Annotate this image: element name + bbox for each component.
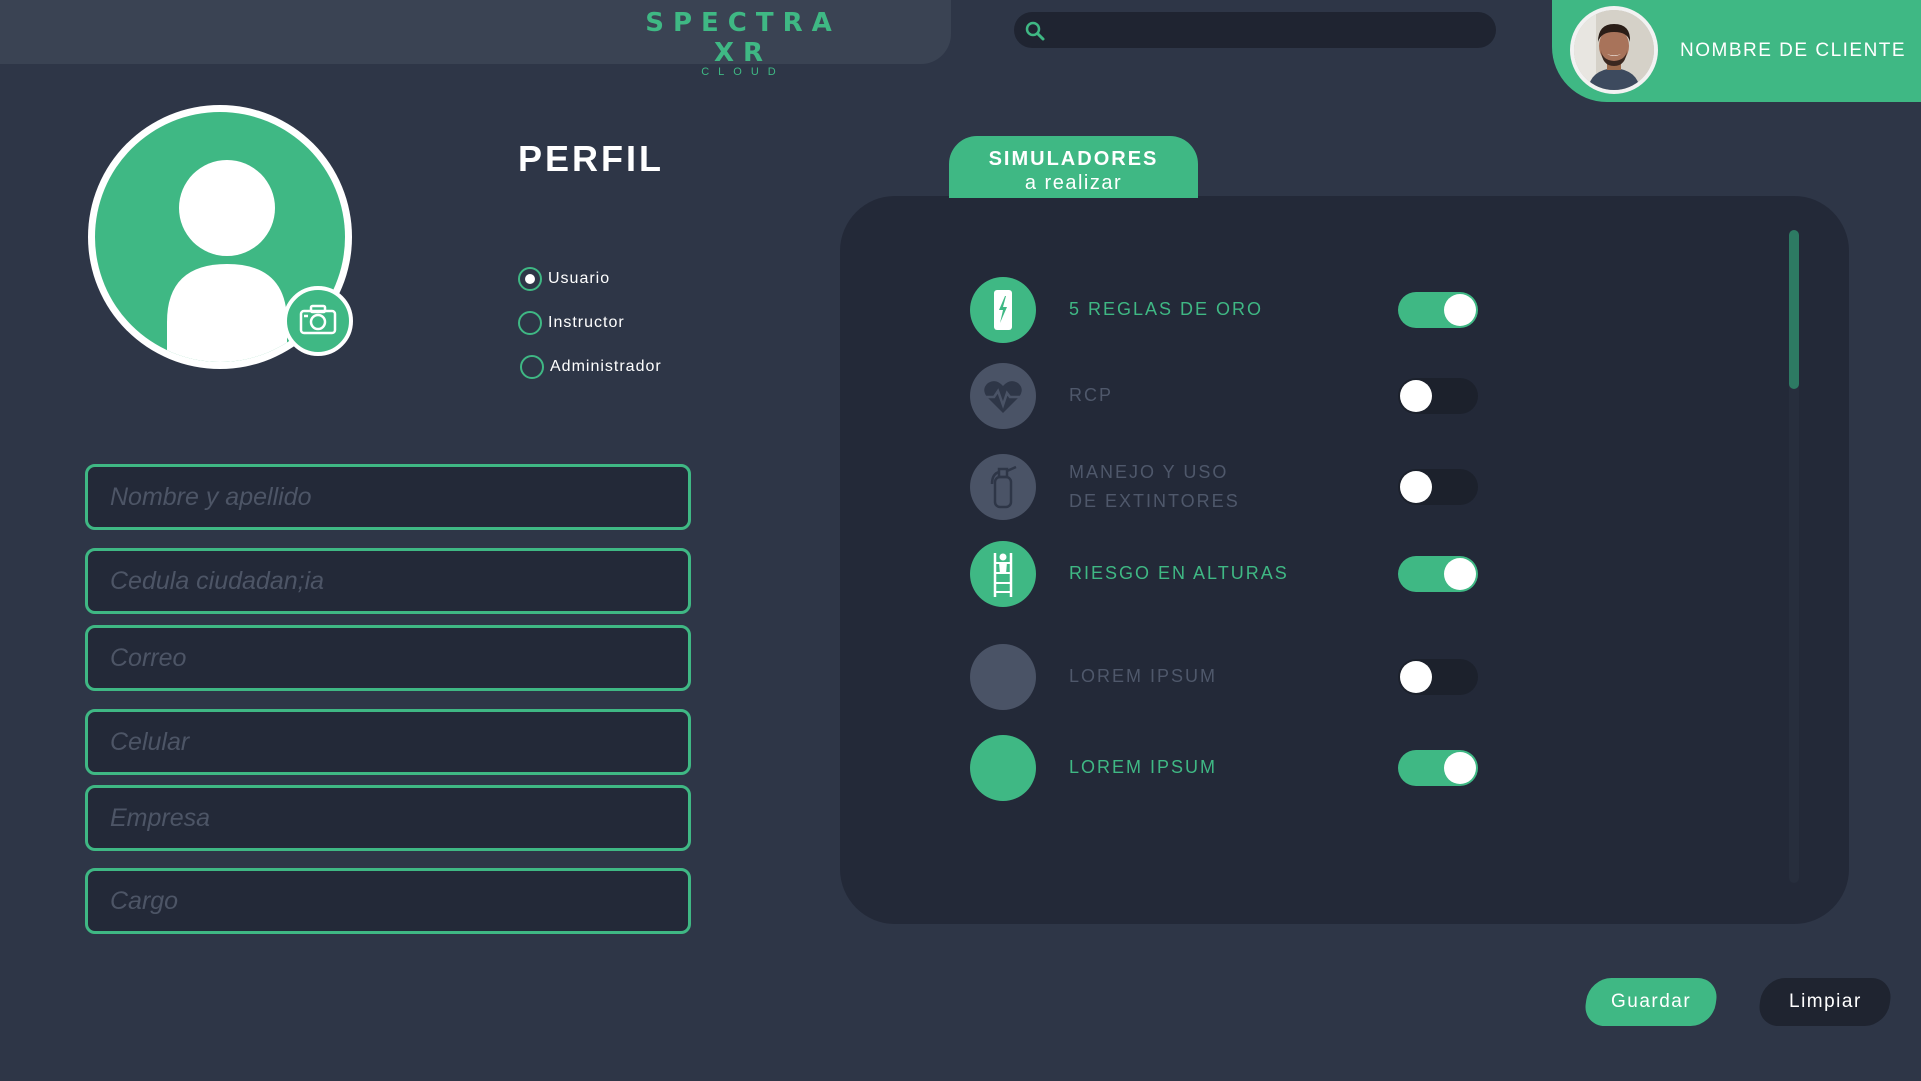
simulator-toggle[interactable]: [1398, 556, 1478, 592]
simulator-row-alturas: RIESGO EN ALTURAS: [970, 541, 1490, 607]
simulator-name: LOREM IPSUM: [1069, 666, 1218, 686]
clear-button-label: Limpiar: [1788, 991, 1862, 1012]
simulator-row-lorem-2: LOREM IPSUM: [970, 735, 1490, 801]
ladder-climber-icon: [970, 541, 1036, 607]
toggle-knob: [1444, 558, 1476, 590]
client-name: NOMBRE DE CLIENTE: [1680, 40, 1907, 61]
simulator-name: RCP: [1069, 385, 1114, 405]
save-button-label: Guardar: [1610, 991, 1692, 1012]
toggle-knob: [1400, 380, 1432, 412]
full-name-input[interactable]: [88, 467, 688, 527]
simulator-row-reglas-de-oro: 5 REGLAS DE ORO: [970, 277, 1490, 343]
placeholder-circle-icon: [970, 735, 1036, 801]
simulator-toggle[interactable]: [1398, 659, 1478, 695]
client-avatar[interactable]: [1570, 6, 1658, 94]
search-icon: [1025, 21, 1045, 41]
electric-panel-icon: [970, 277, 1036, 343]
placeholder-circle-icon: [970, 644, 1036, 710]
fire-extinguisher-icon: [970, 454, 1036, 520]
role-option-usuario[interactable]: Usuario: [518, 267, 610, 291]
simulator-row-extintores: MANEJO Y USO DE EXTINTORES: [970, 454, 1490, 520]
change-photo-button[interactable]: [283, 286, 353, 356]
phone-input[interactable]: [88, 712, 688, 772]
scrollbar-thumb[interactable]: [1789, 230, 1799, 389]
heartbeat-icon: [970, 363, 1036, 429]
radio-button[interactable]: [520, 355, 544, 379]
search-bar[interactable]: [1014, 12, 1496, 48]
page-title: PERFIL: [518, 138, 665, 179]
simulator-row-rcp: RCP: [970, 363, 1490, 429]
client-panel[interactable]: NOMBRE DE CLIENTE: [1552, 0, 1921, 102]
simulators-tab[interactable]: SIMULADORES a realizar: [949, 136, 1198, 198]
simulators-tab-title: SIMULADORES: [988, 148, 1159, 170]
simulator-name-line2: DE EXTINTORES: [1069, 491, 1240, 511]
person-photo-icon: [1574, 10, 1654, 90]
simulators-tab-subtitle: a realizar: [1024, 172, 1123, 194]
role-label: Instructor: [548, 314, 625, 331]
simulator-row-lorem-1: LOREM IPSUM: [970, 644, 1490, 710]
toggle-knob: [1444, 752, 1476, 784]
profile-page: SPECTRA XR CLOUD NOMBRE DE CLIENTE PERFI…: [0, 0, 1921, 1081]
full-name-field[interactable]: [85, 464, 691, 530]
role-option-instructor[interactable]: Instructor: [518, 311, 625, 335]
camera-icon: [299, 304, 337, 335]
simulator-name: MANEJO Y USO DE EXTINTORES: [1069, 458, 1240, 516]
role-label: Administrador: [550, 358, 662, 375]
save-button[interactable]: Guardar: [1582, 978, 1720, 1026]
company-field[interactable]: [85, 785, 691, 851]
radio-button-selected[interactable]: [518, 267, 542, 291]
radio-button[interactable]: [518, 311, 542, 335]
simulator-name: RIESGO EN ALTURAS: [1069, 563, 1289, 583]
simulator-name: 5 REGLAS DE ORO: [1069, 299, 1264, 319]
simulator-toggle[interactable]: [1398, 750, 1478, 786]
toggle-knob: [1444, 294, 1476, 326]
simulator-toggle[interactable]: [1398, 292, 1478, 328]
logo-subtitle: CLOUD: [701, 66, 785, 78]
search-input[interactable]: [1054, 12, 1484, 48]
simulator-toggle[interactable]: [1398, 378, 1478, 414]
simulator-toggle[interactable]: [1398, 469, 1478, 505]
role-label: Usuario: [548, 270, 611, 287]
company-input[interactable]: [88, 788, 688, 848]
logo: SPECTRA XR CLOUD: [633, 8, 853, 78]
logo-text: SPECTRA XR: [645, 8, 841, 68]
header-logo-bar: SPECTRA XR CLOUD: [0, 0, 951, 78]
toggle-knob: [1400, 471, 1432, 503]
toggle-knob: [1400, 661, 1432, 693]
role-option-administrador[interactable]: Administrador: [520, 355, 662, 379]
simulator-name-line1: MANEJO Y USO: [1069, 462, 1229, 482]
position-input[interactable]: [88, 871, 688, 931]
clear-button[interactable]: Limpiar: [1756, 978, 1894, 1026]
client-photo: [1574, 10, 1654, 90]
position-field[interactable]: [85, 868, 691, 934]
simulator-name: LOREM IPSUM: [1069, 757, 1218, 777]
email-field[interactable]: [85, 625, 691, 691]
id-number-field[interactable]: [85, 548, 691, 614]
id-number-input[interactable]: [88, 551, 688, 611]
email-input[interactable]: [88, 628, 688, 688]
phone-field[interactable]: [85, 709, 691, 775]
